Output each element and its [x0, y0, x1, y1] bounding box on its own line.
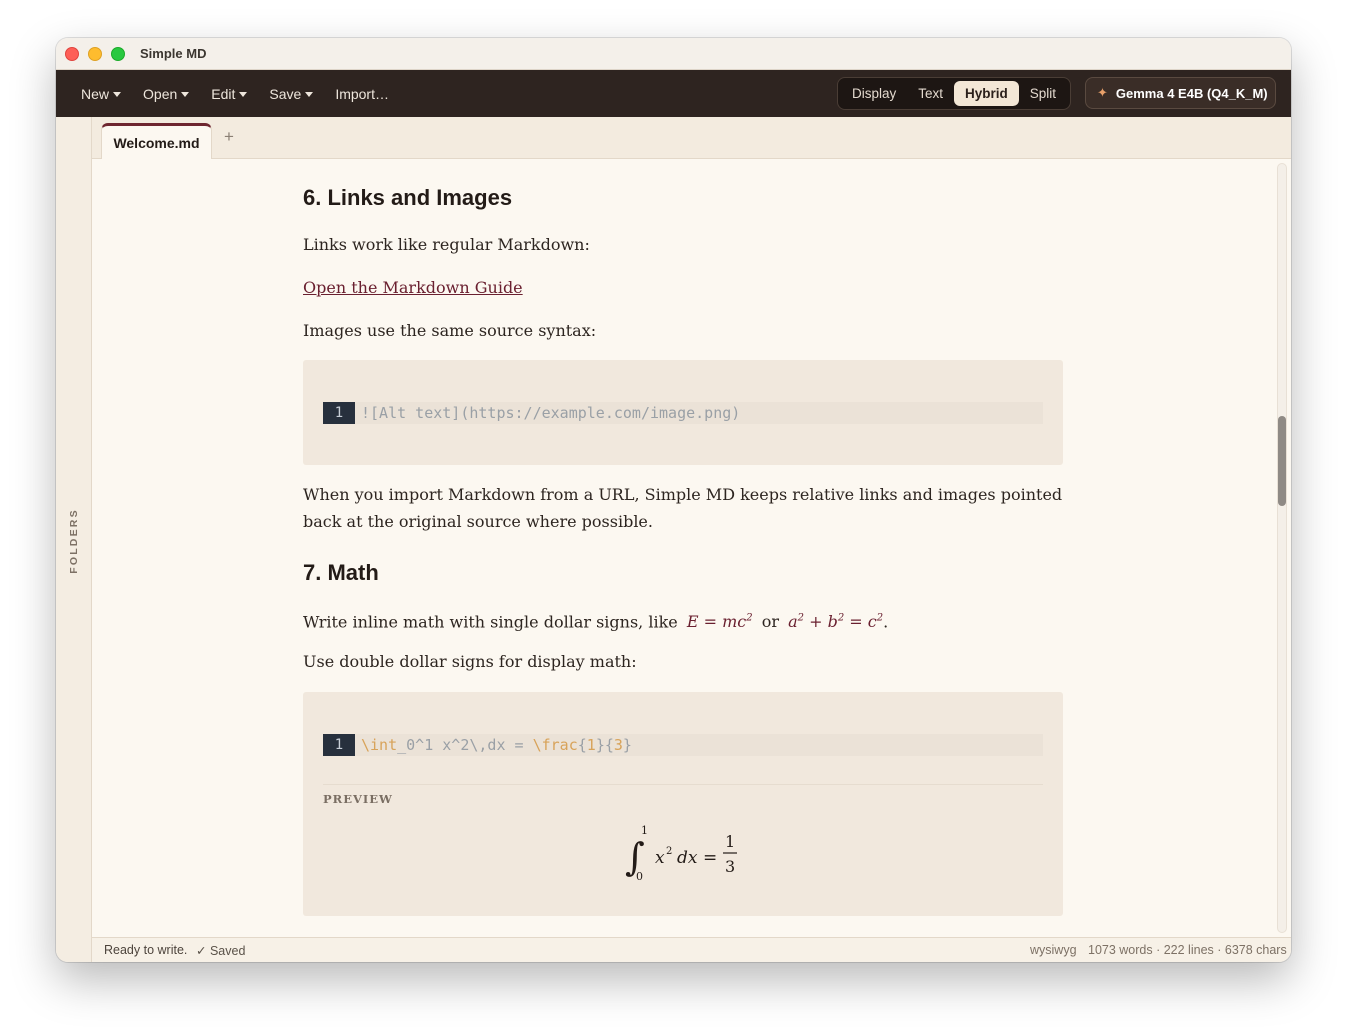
menu-import[interactable]: Import…: [324, 80, 400, 108]
chevron-down-icon: [113, 91, 122, 97]
tab-bar: Welcome.md +: [92, 117, 1291, 159]
svg-text:1: 1: [725, 832, 735, 851]
new-tab-button[interactable]: +: [224, 127, 234, 147]
sparkle-icon: ✦: [1097, 85, 1108, 100]
svg-text:dx: dx: [677, 848, 698, 868]
preview-label: PREVIEW: [323, 792, 393, 806]
paragraph-inline-math: Write inline math with single dollar sig…: [303, 605, 1063, 635]
mode-split[interactable]: Split: [1019, 81, 1067, 106]
inline-math: a2 + b2 = c2: [788, 612, 884, 632]
menu-bar: New Open Edit Save Import…: [70, 70, 400, 117]
markdown-guide-link[interactable]: Open the Markdown Guide: [303, 278, 523, 297]
preview-separator: [323, 784, 1043, 785]
model-label: Gemma 4 E4B (Q4_K_M): [1115, 85, 1268, 101]
chevron-down-icon: [305, 91, 314, 97]
menu-open-label: Open: [143, 85, 178, 102]
view-mode-switcher: Display Text Hybrid Split: [837, 77, 1072, 110]
heading-math: 7. Math: [303, 560, 379, 585]
tab-welcome[interactable]: Welcome.md: [101, 123, 212, 159]
saved-indicator: ✓ Saved: [196, 944, 246, 958]
svg-text:2: 2: [666, 846, 672, 857]
line-number: 1: [323, 402, 355, 424]
code-text: \int_0^1 x^2\,dx = \frac{1}{3}: [361, 736, 632, 754]
mode-display[interactable]: Display: [841, 81, 907, 106]
menu-edit-label: Edit: [211, 85, 236, 102]
svg-text:=: =: [703, 848, 717, 868]
code-line: 1 ![Alt text](https://example.com/image.…: [323, 402, 1043, 424]
status-bar: Ready to write. ✓ Saved wysiwyg 1073 wor…: [92, 937, 1291, 962]
svg-text:x: x: [655, 848, 665, 868]
mode-text[interactable]: Text: [907, 81, 954, 106]
menu-open[interactable]: Open: [132, 80, 200, 108]
code-text: ![Alt text](https://example.com/image.pn…: [361, 404, 741, 422]
paragraph: Use double dollar signs for display math…: [303, 652, 637, 671]
close-window-button[interactable]: [65, 47, 79, 61]
menu-import-label: Import…: [335, 85, 389, 102]
document-stats: 1073 words · 222 lines · 6378 chars: [1088, 943, 1287, 957]
chevron-down-icon: [239, 91, 248, 97]
mode-hybrid[interactable]: Hybrid: [954, 81, 1019, 106]
editor-mode-indicator: wysiwyg: [1030, 943, 1077, 957]
scrollbar-track[interactable]: [1277, 163, 1287, 933]
folders-label: FOLDERS: [68, 508, 80, 574]
app-window: Simple MD New Open Edit Save Import… Dis…: [56, 38, 1291, 962]
svg-text:1: 1: [641, 824, 648, 837]
display-math-preview: ∫ 1 0 x 2 dx = 1 3: [625, 824, 737, 883]
status-message: Ready to write.: [104, 943, 188, 957]
chevron-down-icon: [181, 91, 190, 97]
menu-save[interactable]: Save: [258, 80, 324, 108]
code-block[interactable]: 1 ![Alt text](https://example.com/image.…: [303, 360, 1063, 465]
title-bar: Simple MD: [56, 38, 1291, 70]
scrollbar-thumb[interactable]: [1278, 416, 1286, 506]
svg-text:3: 3: [725, 857, 735, 876]
menu-new[interactable]: New: [70, 80, 132, 108]
folders-sidebar[interactable]: FOLDERS: [56, 117, 92, 962]
paragraph: When you import Markdown from a URL, Sim…: [303, 485, 1063, 531]
code-line: 1 \int_0^1 x^2\,dx = \frac{1}{3}: [323, 734, 1043, 756]
paragraph: Images use the same source syntax:: [303, 321, 597, 340]
minimize-window-button[interactable]: [88, 47, 102, 61]
text: .: [883, 612, 889, 632]
svg-text:0: 0: [636, 870, 643, 883]
editor-content[interactable]: 6. Links and Images Links work like regu…: [92, 159, 1291, 937]
menu-save-label: Save: [269, 85, 302, 102]
model-selector-button[interactable]: ✦ Gemma 4 E4B (Q4_K_M): [1085, 77, 1276, 109]
text: or: [761, 612, 779, 632]
heading-links-images: 6. Links and Images: [303, 185, 513, 210]
paragraph-link: Open the Markdown Guide: [303, 274, 1063, 301]
window-title: Simple MD: [140, 46, 207, 61]
text: Write inline math with single dollar sig…: [303, 612, 678, 632]
paragraph: Links work like regular Markdown:: [303, 235, 590, 254]
math-code-block[interactable]: 1 \int_0^1 x^2\,dx = \frac{1}{3} PREVIEW…: [303, 692, 1063, 916]
menu-new-label: New: [81, 85, 110, 102]
menu-edit[interactable]: Edit: [200, 80, 258, 108]
zoom-window-button[interactable]: [111, 47, 125, 61]
inline-math: E = mc2: [686, 612, 753, 632]
line-number: 1: [323, 734, 355, 756]
toolbar: New Open Edit Save Import… Display Text …: [56, 70, 1291, 117]
